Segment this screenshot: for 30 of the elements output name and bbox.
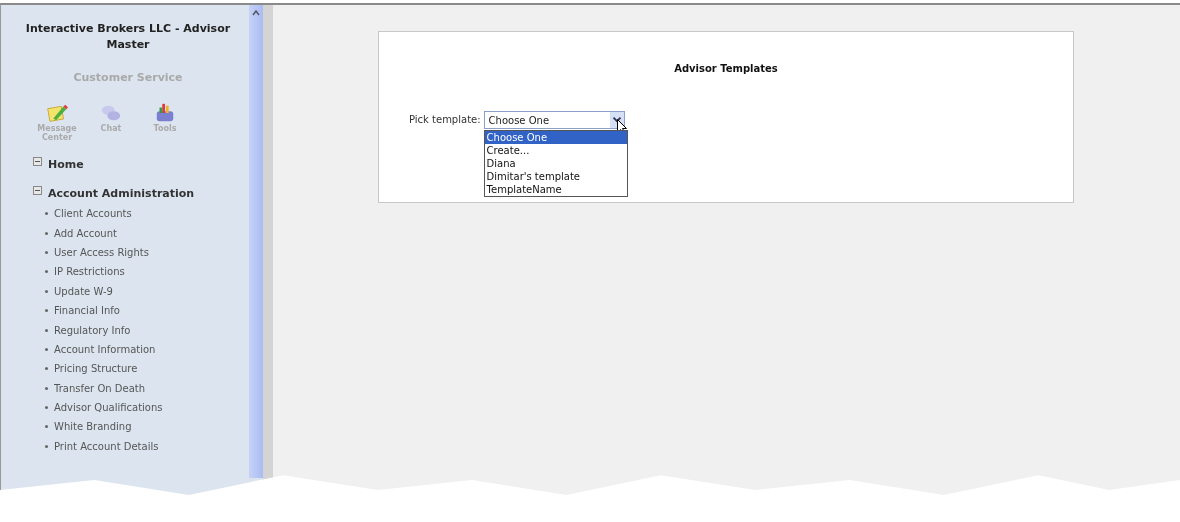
- dropdown-option[interactable]: Create...: [484, 144, 627, 157]
- nav-link[interactable]: Regulatory Info: [54, 324, 131, 336]
- nav-link[interactable]: Pricing Structure: [54, 363, 138, 375]
- collapse-icon[interactable]: [33, 186, 42, 195]
- nav-link[interactable]: Account Information: [54, 343, 156, 355]
- nav-link[interactable]: Update W-9: [54, 285, 113, 297]
- nav-link[interactable]: White Branding: [54, 421, 132, 433]
- notepad-pencil-icon: [46, 102, 68, 124]
- nav-link[interactable]: IP Restrictions: [54, 266, 125, 278]
- dropdown-option[interactable]: Choose One: [484, 131, 627, 144]
- section-heading: Customer Service: [72, 71, 184, 84]
- dropdown-option[interactable]: TemplateName: [484, 183, 627, 196]
- nav-link[interactable]: Print Account Details: [54, 440, 159, 452]
- toolbox-icon: [154, 102, 176, 124]
- account-title: Interactive Brokers LLC - Advisor Master: [24, 21, 232, 53]
- collapse-icon[interactable]: [33, 157, 42, 166]
- dropdown-option[interactable]: Diana: [484, 157, 627, 170]
- scroll-up-icon[interactable]: [251, 9, 261, 17]
- nav-link[interactable]: Add Account: [54, 227, 117, 239]
- dropdown-option[interactable]: Dimitar's template: [484, 170, 627, 183]
- nav-link[interactable]: User Access Rights: [54, 246, 149, 258]
- nav-link[interactable]: Financial Info: [54, 305, 120, 317]
- nav-link[interactable]: Client Accounts: [54, 208, 132, 220]
- nav-heading-link[interactable]: Home: [48, 158, 84, 171]
- field-label: Pick template:: [409, 114, 481, 125]
- card-title: Advisor Templates: [673, 63, 779, 74]
- scrollbar[interactable]: [249, 5, 263, 478]
- nav-link[interactable]: Advisor Qualifications: [54, 402, 163, 414]
- nav-heading-link[interactable]: Account Administration: [48, 187, 195, 200]
- nav-link[interactable]: Transfer On Death: [54, 382, 145, 394]
